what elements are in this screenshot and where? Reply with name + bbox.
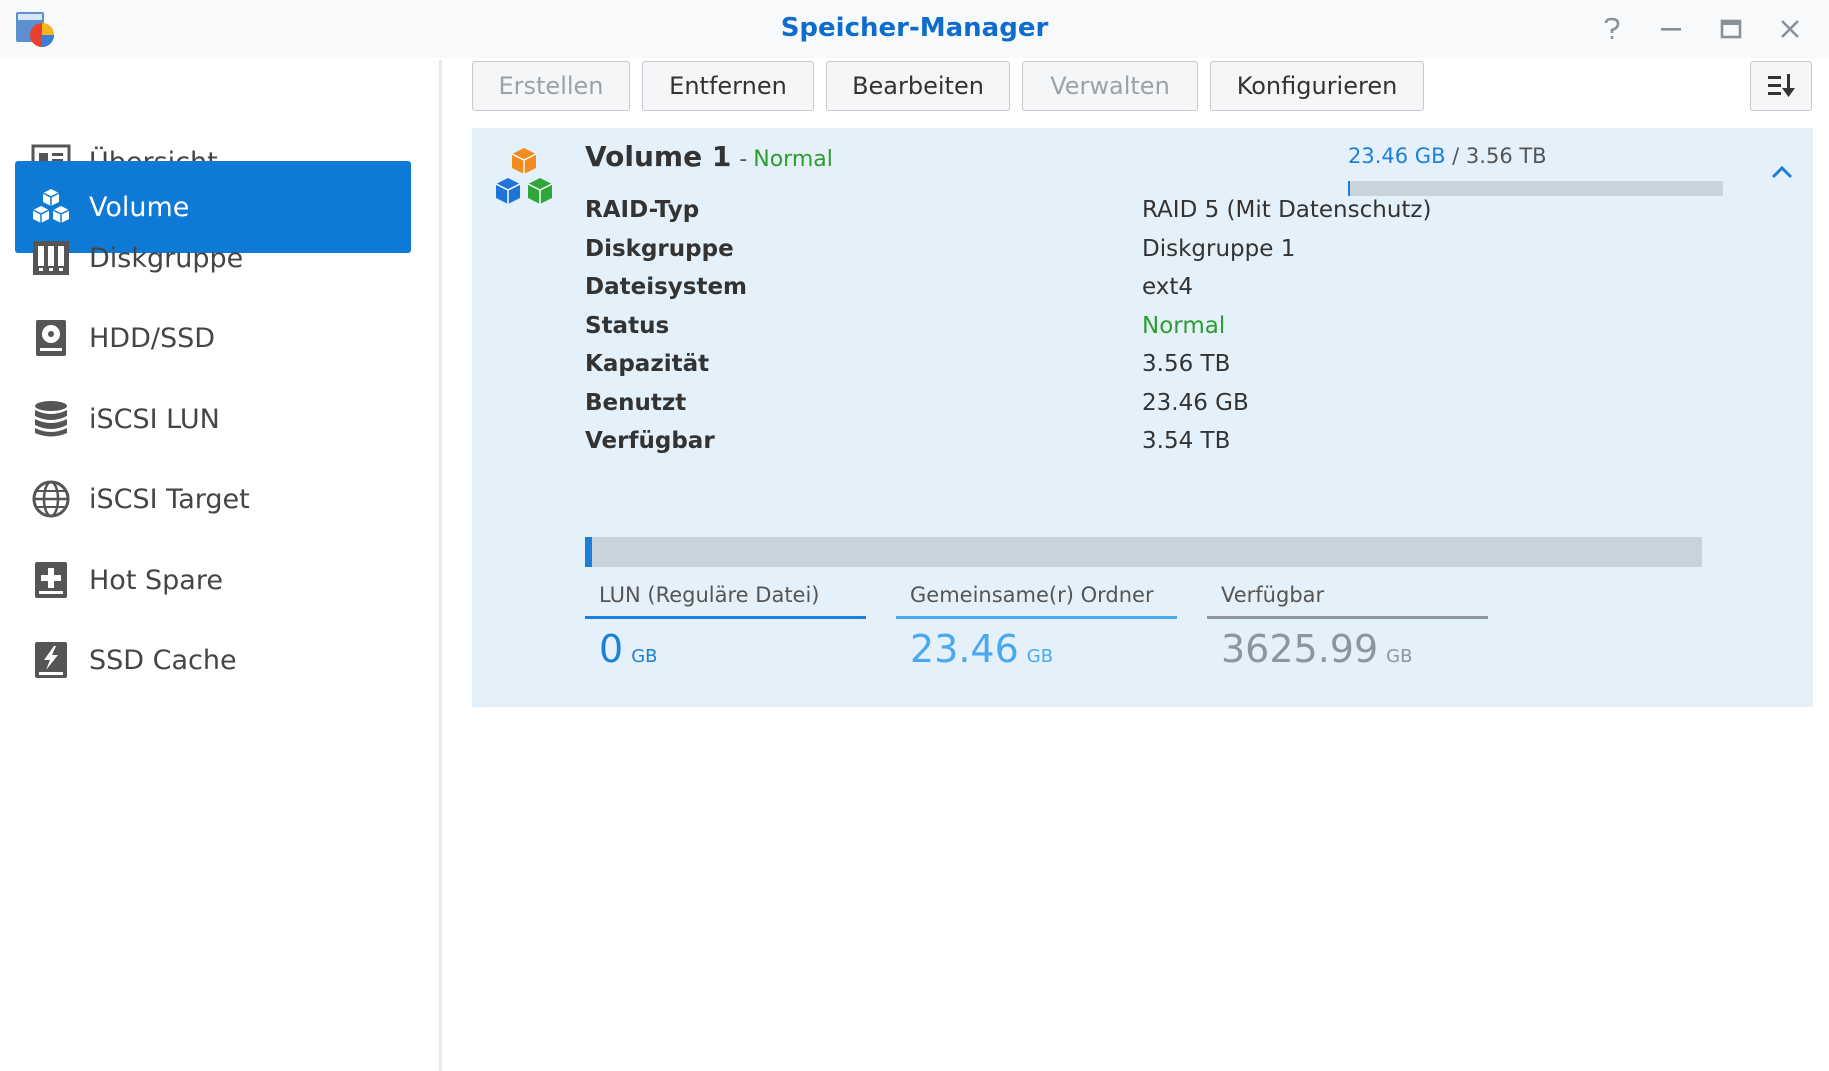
hot-spare-plus-icon	[29, 558, 73, 602]
edit-button[interactable]: Bearbeiten	[826, 61, 1010, 111]
manage-button[interactable]: Verwalten	[1022, 61, 1198, 111]
chevron-up-icon	[1771, 165, 1793, 179]
sidebar-item-hdd-ssd[interactable]: HDD/SSD	[15, 292, 411, 384]
sort-button[interactable]	[1750, 61, 1812, 111]
hdd-icon	[29, 316, 73, 360]
legend-available-label: Verfügbar	[1221, 583, 1325, 607]
maximize-icon[interactable]	[1716, 14, 1746, 44]
collapse-button[interactable]	[1762, 153, 1802, 193]
database-icon	[29, 397, 73, 441]
legend-shared-folder-unit: GB	[1026, 646, 1054, 667]
sidebar-item-iscsi-lun[interactable]: iSCSI LUN	[15, 373, 411, 465]
sort-icon	[1768, 74, 1795, 97]
sidebar-item-label: Diskgruppe	[89, 242, 244, 274]
legend-shared-folder-number: 23.46	[910, 627, 1019, 671]
usage-separator: /	[1445, 144, 1466, 168]
volume-status: Normal	[753, 147, 833, 172]
remove-button[interactable]: Entfernen	[642, 61, 814, 111]
sidebar: Übersicht Volume Diskgruppe HDD/SSD	[0, 58, 440, 1071]
volume-title: Volume 1- Normal	[585, 140, 833, 173]
prop-raid-type-value: RAID 5 (Mit Datenschutz)	[1142, 197, 1432, 223]
capacity-bar-fill	[585, 537, 593, 567]
legend-available-unit: GB	[1386, 646, 1413, 667]
sidebar-item-label: iSCSI Target	[89, 483, 250, 515]
legend-lun-unit: GB	[631, 646, 658, 667]
volume-title-separator: -	[739, 147, 748, 172]
sidebar-item-label: HDD/SSD	[89, 322, 216, 354]
prop-available-label: Verfügbar	[585, 428, 715, 454]
legend-available-number: 3625.99	[1221, 627, 1379, 671]
legend-available-value: 3625.99 GB	[1207, 627, 1488, 671]
sidebar-item-diskgroup[interactable]: Diskgruppe	[15, 212, 411, 304]
prop-diskgroup-value: Diskgruppe 1	[1142, 236, 1296, 262]
legend-lun: LUN (Reguläre Datei) 0 GB	[585, 578, 866, 671]
ssd-cache-bolt-icon	[29, 638, 73, 682]
prop-capacity-label: Kapazität	[585, 351, 710, 377]
legend-lun-value: 0 GB	[585, 627, 866, 671]
capacity-bar	[585, 537, 1702, 567]
prop-status-label: Status	[585, 313, 670, 339]
legend-shared-folder: Gemeinsame(r) Ordner 23.46 GB	[896, 578, 1177, 671]
prop-filesystem-label: Dateisystem	[585, 274, 748, 300]
volume-panel: Volume 1- Normal 23.46 GB / 3.56 TB RAID-…	[472, 128, 1813, 707]
legend-lun-label: LUN (Reguläre Datei)	[599, 583, 820, 607]
prop-available-value: 3.54 TB	[1142, 428, 1231, 454]
create-button[interactable]: Erstellen	[472, 61, 630, 111]
prop-raid-type-label: RAID-Typ	[585, 197, 700, 223]
legend-shared-folder-value: 23.46 GB	[896, 627, 1177, 671]
legend-shared-folder-label: Gemeinsame(r) Ordner	[910, 583, 1154, 607]
legend-available: Verfügbar 3625.99 GB	[1207, 578, 1488, 671]
sidebar-item-label: Hot Spare	[89, 564, 223, 596]
usage-used: 23.46 GB	[1348, 144, 1446, 168]
close-icon[interactable]	[1775, 14, 1805, 44]
legend-shared-folder-line	[896, 616, 1177, 619]
usage-summary: 23.46 GB / 3.56 TB	[1348, 144, 1547, 168]
prop-status-value: Normal	[1142, 313, 1226, 339]
sidebar-item-iscsi-target[interactable]: iSCSI Target	[15, 453, 411, 545]
usage-progress-bar	[1348, 181, 1723, 196]
window-title: Speicher-Manager	[780, 13, 1049, 43]
usage-progress-fill	[1348, 181, 1351, 196]
usage-total: 3.56 TB	[1465, 144, 1547, 168]
prop-used-label: Benutzt	[585, 390, 687, 416]
legend-lun-line	[585, 616, 866, 619]
sidebar-divider	[439, 60, 442, 1071]
sidebar-item-ssd-cache[interactable]: SSD Cache	[15, 614, 411, 706]
title-bar: Speicher-Manager	[0, 0, 1829, 58]
configure-button[interactable]: Konfigurieren	[1210, 61, 1424, 111]
sidebar-item-label: SSD Cache	[89, 644, 237, 676]
prop-used-value: 23.46 GB	[1142, 390, 1249, 416]
legend-available-line	[1207, 616, 1488, 619]
sidebar-item-hot-spare[interactable]: Hot Spare	[15, 534, 411, 626]
prop-diskgroup-label: Diskgruppe	[585, 236, 734, 262]
legend-lun-number: 0	[599, 627, 624, 671]
minimize-icon[interactable]	[1656, 14, 1686, 44]
help-icon[interactable]	[1597, 14, 1627, 44]
globe-icon	[29, 477, 73, 521]
sidebar-item-label: iSCSI LUN	[89, 403, 220, 435]
prop-capacity-value: 3.56 TB	[1142, 351, 1231, 377]
volume-name: Volume 1	[585, 140, 732, 173]
volume-cubes-icon	[492, 146, 556, 212]
diskgroup-icon	[29, 236, 73, 280]
prop-filesystem-value: ext4	[1142, 274, 1194, 300]
